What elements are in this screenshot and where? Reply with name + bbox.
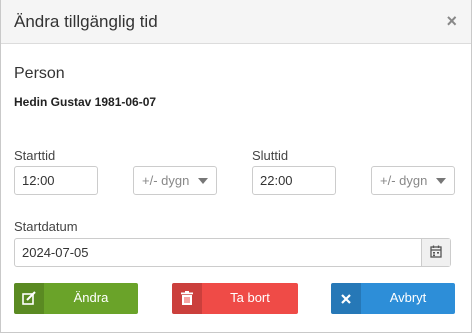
cancel-button[interactable]: Avbryt: [331, 283, 455, 314]
delete-button-label: Ta bort: [230, 290, 270, 305]
start-day-offset-value: +/- dygn: [142, 173, 190, 188]
close-icon: [331, 283, 361, 314]
dialog-title: Ändra tillgänglig tid: [14, 12, 158, 31]
start-time-input[interactable]: 12:00: [14, 166, 98, 195]
end-time-input[interactable]: 22:00: [252, 166, 336, 195]
chevron-down-icon: [436, 178, 446, 184]
start-day-offset-select[interactable]: +/- dygn: [133, 166, 217, 195]
person-label: Person: [14, 65, 65, 82]
chevron-down-icon: [198, 178, 208, 184]
trash-icon: [172, 283, 202, 314]
end-day-offset-select[interactable]: +/- dygn: [371, 166, 455, 195]
edit-button[interactable]: Ändra: [14, 283, 138, 314]
start-date-field: 2024-07-05: [14, 238, 451, 267]
start-date-input[interactable]: 2024-07-05: [15, 239, 423, 266]
dialog-header: Ändra tillgänglig tid ×: [1, 0, 471, 44]
close-button[interactable]: ×: [446, 12, 457, 30]
calendar-button[interactable]: [421, 239, 450, 266]
start-time-label: Starttid: [14, 148, 56, 163]
end-time-label: Sluttid: [252, 148, 289, 163]
calendar-icon: [430, 245, 442, 258]
edit-button-label: Ändra: [73, 290, 109, 305]
delete-button[interactable]: Ta bort: [172, 283, 298, 314]
start-date-label: Startdatum: [14, 219, 78, 234]
end-day-offset-value: +/- dygn: [380, 173, 428, 188]
edit-available-time-dialog: Ändra tillgänglig tid × Person Hedin Gus…: [0, 0, 472, 333]
person-name: Hedin Gustav 1981-06-07: [14, 95, 157, 109]
edit-icon: [14, 283, 44, 314]
cancel-button-label: Avbryt: [389, 290, 427, 305]
